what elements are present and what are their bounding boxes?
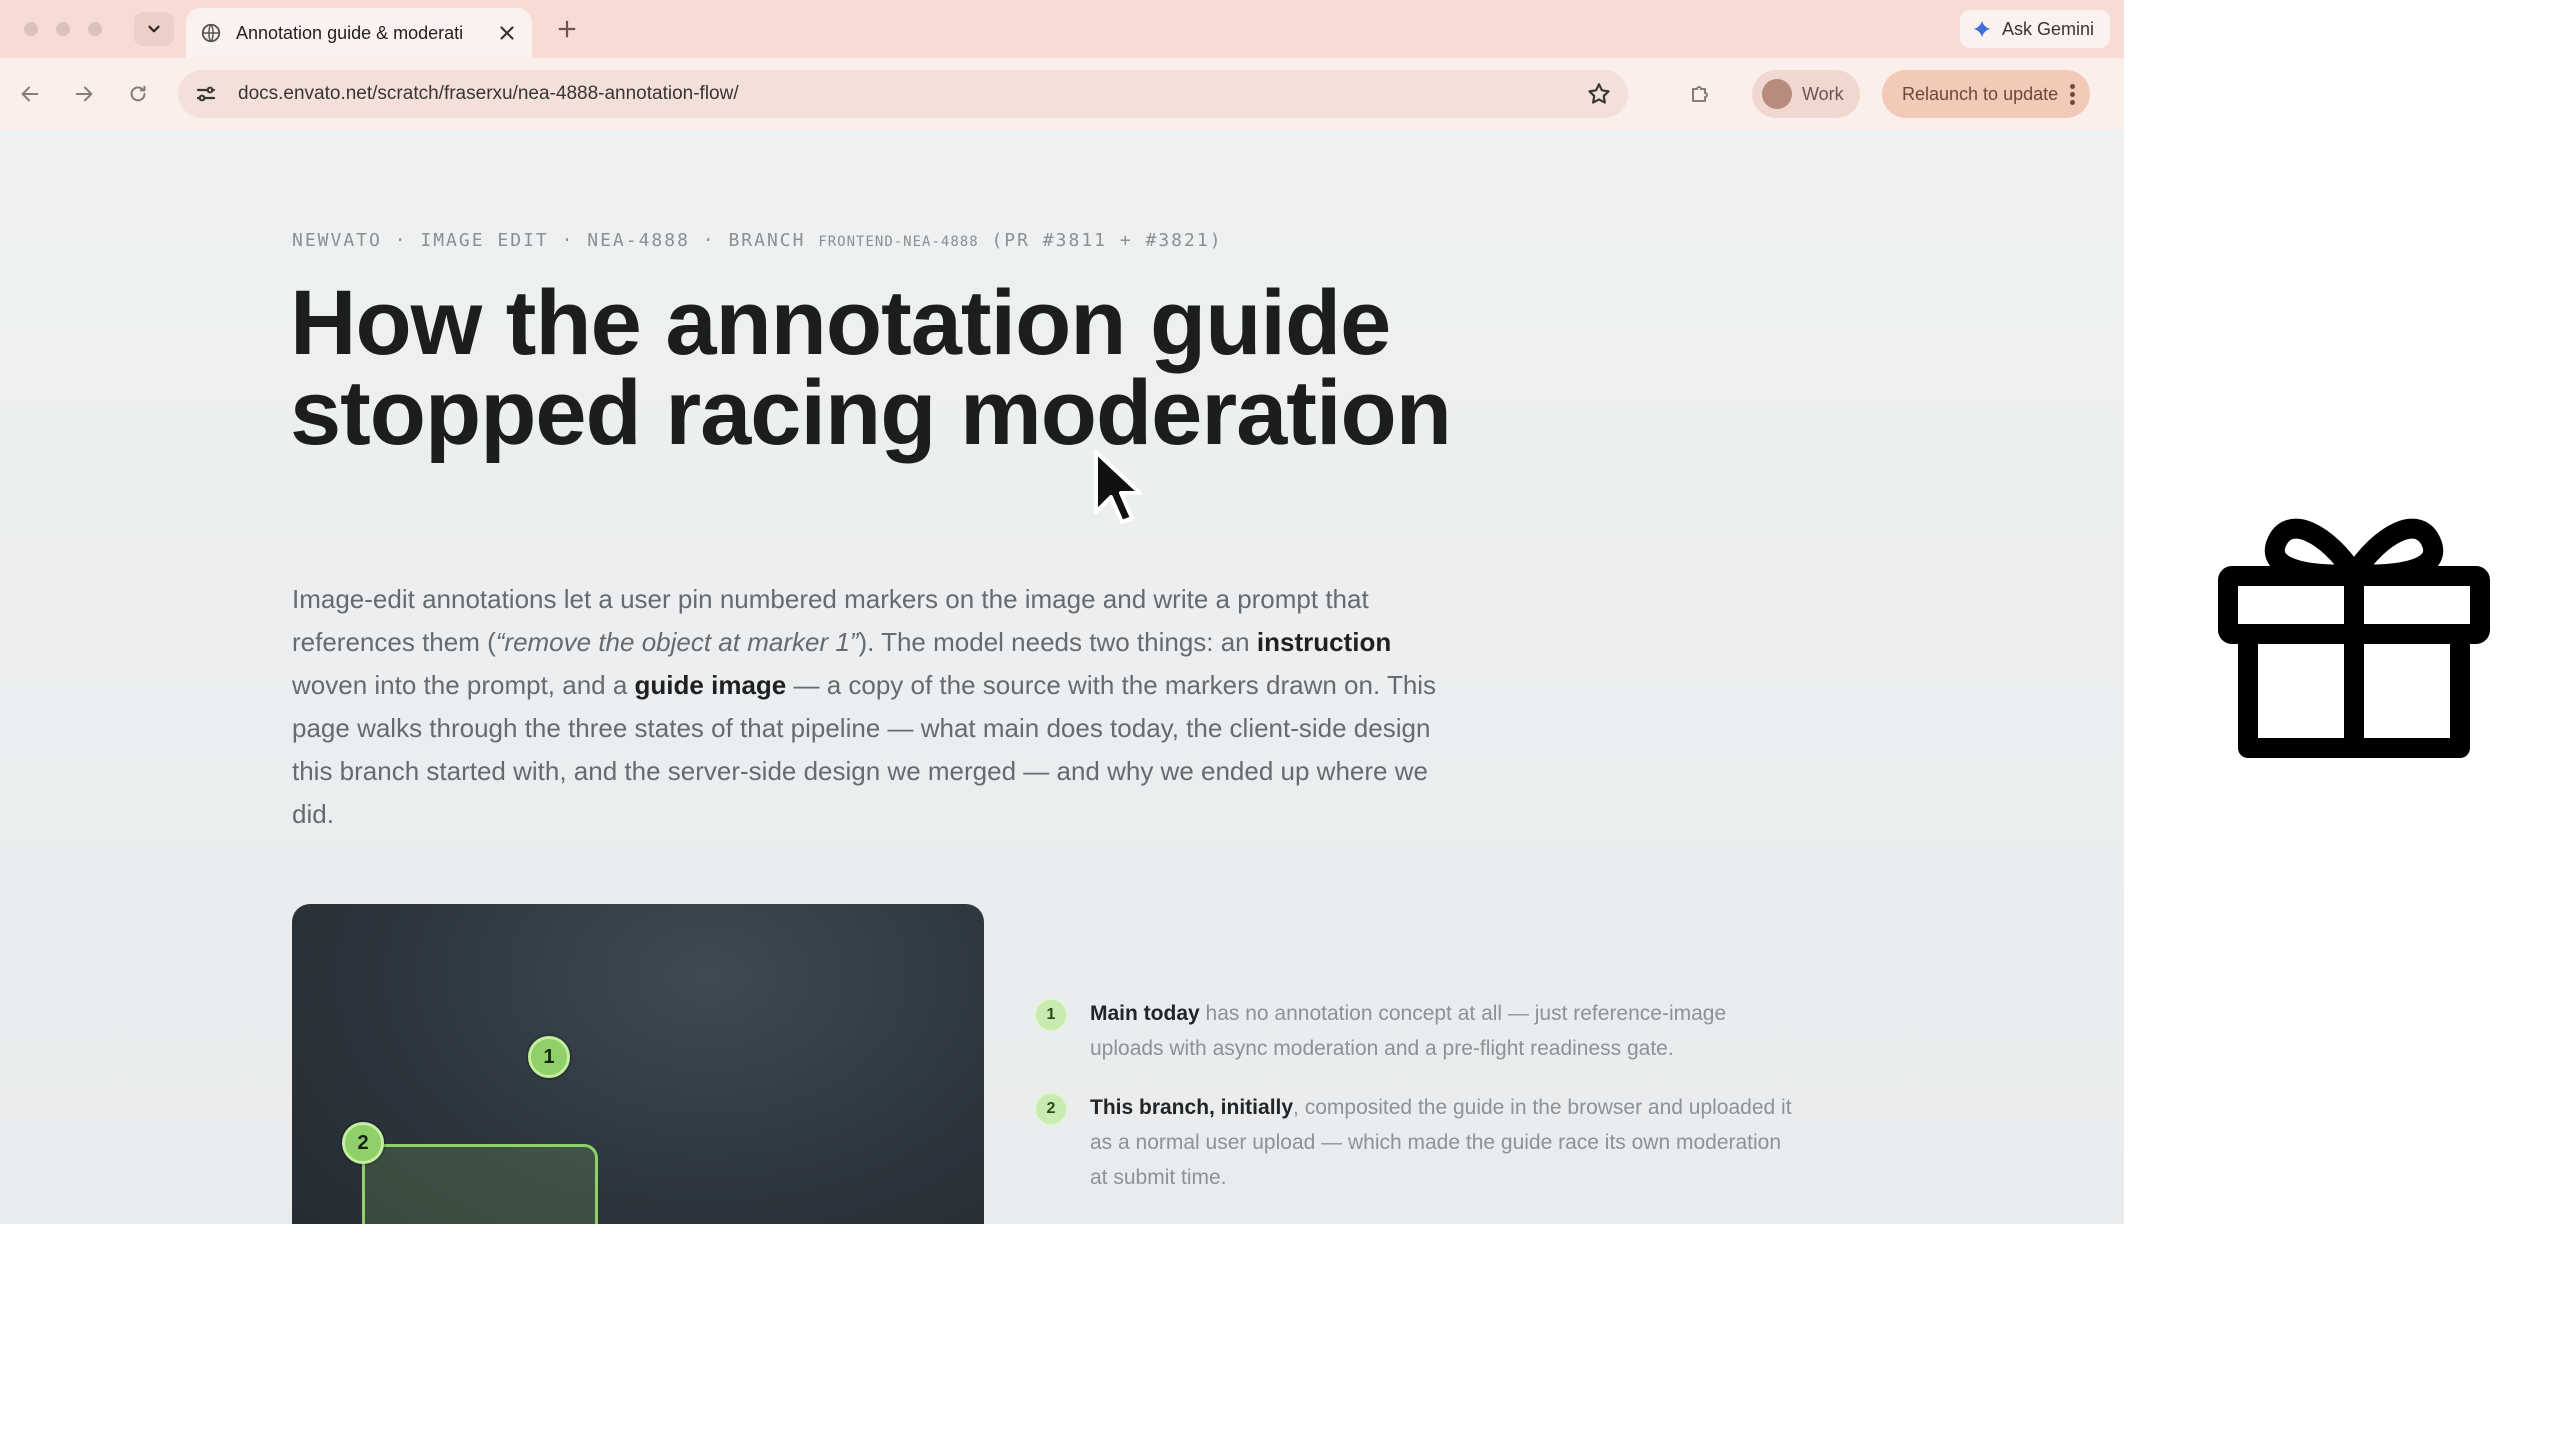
annotation-demo-image: 1 2 xyxy=(292,904,984,1224)
arrow-right-icon xyxy=(75,86,93,102)
sparkle-icon xyxy=(1973,20,1991,38)
browser-window: Annotation guide & moderati Ask Gemini d… xyxy=(0,0,2124,1224)
note-text: Main today has no annotation concept at … xyxy=(1090,996,1794,1066)
note-number: 1 xyxy=(1034,998,1068,1032)
bookmark-star-icon[interactable] xyxy=(1586,81,1612,107)
page-content: NEWVATO · IMAGE EDIT · NEA-4888 · BRANCH… xyxy=(0,130,2124,1224)
maximize-window-button[interactable] xyxy=(88,22,102,36)
close-icon[interactable] xyxy=(496,22,518,44)
forward-button[interactable] xyxy=(66,76,102,112)
arrow-left-icon xyxy=(21,86,39,102)
annotation-marker[interactable]: 2 xyxy=(342,1122,384,1164)
ask-gemini-button[interactable]: Ask Gemini xyxy=(1959,10,2110,48)
pipeline-notes: 1 Main today has no annotation concept a… xyxy=(1034,996,1794,1219)
avatar xyxy=(1762,79,1792,109)
list-item: 1 Main today has no annotation concept a… xyxy=(1034,996,1794,1066)
annotation-region xyxy=(362,1144,598,1224)
address-bar[interactable]: docs.envato.net/scratch/fraserxu/nea-488… xyxy=(178,70,1628,118)
note-text: This branch, initially, composited the g… xyxy=(1090,1090,1794,1195)
back-button[interactable] xyxy=(12,76,48,112)
note-heading: This branch, initially xyxy=(1090,1096,1294,1119)
list-item: 2 This branch, initially, composited the… xyxy=(1034,1090,1794,1195)
breadcrumb-branch: FRONTEND-NEA-4888 xyxy=(818,234,979,250)
intro-text: ). The model needs two things: an xyxy=(858,627,1257,657)
relaunch-label: Relaunch to update xyxy=(1902,83,2059,104)
globe-icon xyxy=(201,23,221,43)
annotation-marker[interactable]: 1 xyxy=(528,1036,570,1078)
close-window-button[interactable] xyxy=(24,22,38,36)
reload-icon xyxy=(130,85,146,102)
minimize-window-button[interactable] xyxy=(56,22,70,36)
more-menu-icon[interactable] xyxy=(2070,83,2076,105)
tab-title: Annotation guide & moderati xyxy=(236,22,464,43)
profile-button[interactable]: Work xyxy=(1752,70,1860,118)
intro-paragraph: Image-edit annotations let a user pin nu… xyxy=(292,578,1442,836)
intro-emphasis: instruction xyxy=(1256,627,1392,657)
new-tab-button[interactable] xyxy=(552,14,582,44)
breadcrumb-prs: (PR #3811 + #3821) xyxy=(978,230,1223,251)
profile-label: Work xyxy=(1802,83,1844,104)
intro-text: woven into the prompt, and a xyxy=(292,670,635,700)
note-number: 2 xyxy=(1034,1092,1068,1126)
plus-icon xyxy=(558,20,576,38)
extensions-button[interactable] xyxy=(1682,76,1718,112)
breadcrumb-path: NEWVATO · IMAGE EDIT · NEA-4888 · BRANCH xyxy=(292,230,819,251)
ask-gemini-label: Ask Gemini xyxy=(2001,18,2094,39)
browser-toolbar: docs.envato.net/scratch/fraserxu/nea-488… xyxy=(0,58,2124,130)
intro-emphasis: guide image xyxy=(634,670,787,700)
page-title: How the annotation guide stopped racing … xyxy=(290,272,1452,464)
breadcrumb: NEWVATO · IMAGE EDIT · NEA-4888 · BRANCH… xyxy=(292,230,1223,251)
intro-quote: “remove the object at marker 1” xyxy=(495,627,859,657)
tab-active[interactable]: Annotation guide & moderati xyxy=(186,8,532,58)
puzzle-icon xyxy=(1692,86,1708,102)
chevron-down-icon xyxy=(148,25,160,33)
mouse-cursor-icon xyxy=(1094,450,1142,524)
tab-bar: Annotation guide & moderati Ask Gemini xyxy=(0,0,2124,58)
note-heading: Main today xyxy=(1090,1002,1200,1025)
screen: Annotation guide & moderati Ask Gemini d… xyxy=(0,0,2560,1440)
relaunch-button[interactable]: Relaunch to update xyxy=(1882,70,2091,118)
tab-search-button[interactable] xyxy=(134,12,174,46)
reload-button[interactable] xyxy=(120,76,156,112)
url-text: docs.envato.net/scratch/fraserxu/nea-488… xyxy=(238,83,739,104)
gift-icon xyxy=(2218,518,2490,758)
site-settings-icon[interactable] xyxy=(194,82,218,106)
